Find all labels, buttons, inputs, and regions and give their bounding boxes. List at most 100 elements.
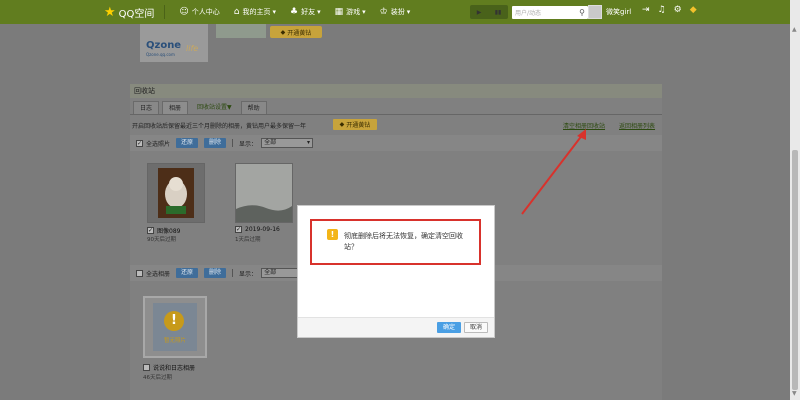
user-icon: ☺ xyxy=(179,7,189,17)
desc-vip-label: 开通黄钻 xyxy=(346,122,371,129)
chevron-down-icon: ▾ xyxy=(272,8,277,16)
show-filter-value: 全部 xyxy=(264,139,277,146)
confirm-button[interactable]: 确定 xyxy=(437,322,461,333)
chevron-down-icon: ▾ xyxy=(307,139,311,146)
chevron-down-icon: ▾ xyxy=(406,8,411,16)
gear-icon[interactable]: ⚙ xyxy=(674,5,682,15)
highlight-box: ! 彻底删除后将无法恢复，确定清空回收站？ xyxy=(310,219,481,265)
diamond-icon: ◆ xyxy=(339,121,345,128)
qzone-logo-sub: Qzone.qq.com xyxy=(146,52,175,57)
nav-item-label: 游戏 xyxy=(346,8,361,16)
bell-icon[interactable]: ♫ xyxy=(658,5,666,15)
select-all-albums-checkbox[interactable] xyxy=(136,269,143,277)
brand-label: QQ空间 xyxy=(118,8,155,20)
qq-space-brand[interactable]: ★ QQ空间 xyxy=(104,5,154,20)
top-icons: ⇥ ♫ ⚙ ◆ xyxy=(642,5,697,15)
confirm-dialog: ! 彻底删除后将无法恢复，确定清空回收站？ 确定 取消 xyxy=(297,205,495,338)
warning-icon: ! xyxy=(164,311,184,331)
album-checkbox[interactable] xyxy=(143,364,150,371)
scrollbar-thumb[interactable] xyxy=(792,150,798,390)
nav-item-decorate[interactable]: ♔ 装扮 ▾ xyxy=(380,7,411,17)
photo-name: ✓ 2019-09-16 xyxy=(235,226,280,233)
delete-button[interactable]: 删除 xyxy=(204,268,227,278)
photo-thumb-puppy[interactable] xyxy=(147,163,205,223)
select-all-photos-checkbox[interactable]: ✓ xyxy=(136,139,143,147)
play-icon[interactable]: ▶ xyxy=(477,9,482,16)
landscape-photo xyxy=(236,164,292,222)
photo-expire: 1天后过期 xyxy=(235,237,261,243)
nav-item-label: 装扮 xyxy=(390,8,405,16)
recycle-title: 回收站 xyxy=(130,84,662,98)
album-name-label: 说说和日志相册 xyxy=(153,365,196,372)
album-expire: 46天后过期 xyxy=(143,375,172,381)
qzone-logo: Qzone xyxy=(146,40,182,51)
toolbar-divider xyxy=(232,139,234,147)
search-input[interactable]: 用户/动态 ⚲ xyxy=(512,5,588,19)
user-area[interactable]: 微笑girl xyxy=(588,5,631,19)
restore-button[interactable]: 还原 xyxy=(176,138,199,148)
delete-button[interactable]: 删除 xyxy=(204,138,227,148)
photo-name-label: 2019-09-16 xyxy=(245,226,280,233)
tab-album[interactable]: 相册 xyxy=(162,101,189,114)
open-vip-label: 开通黄钻 xyxy=(287,29,312,37)
photo-name-label: 图像089 xyxy=(157,228,181,235)
back-to-albums-link[interactable]: 返回相册列表 xyxy=(619,121,655,130)
nav-item-my-home[interactable]: ⌂ 我的主页 ▾ xyxy=(234,7,276,17)
username[interactable]: 微笑girl xyxy=(606,7,631,17)
qzone-logo-script: life xyxy=(186,44,199,53)
music-player[interactable]: ▶ ▮▮ xyxy=(470,5,508,19)
cancel-button[interactable]: 取消 xyxy=(464,322,488,333)
scrollbar[interactable]: ▲ ▼ xyxy=(790,0,800,400)
dialog-footer: 确定 取消 xyxy=(298,317,494,337)
nav-item-label: 个人中心 xyxy=(191,8,220,16)
chevron-down-icon: ▾ xyxy=(362,8,366,16)
album-cover[interactable]: ! 暂无照片 xyxy=(143,296,207,358)
nav-item-games[interactable]: ▦ 游戏 ▾ xyxy=(335,7,366,17)
tab-help[interactable]: 帮助 xyxy=(240,101,267,114)
search-placeholder: 用户/动态 xyxy=(515,9,542,17)
scroll-up-icon[interactable]: ▲ xyxy=(792,26,797,33)
clear-recycle-link[interactable]: 清空相册回收站 xyxy=(563,121,605,130)
playlist-icon[interactable]: ▮▮ xyxy=(495,9,502,16)
friends-icon: ♣ xyxy=(290,7,299,17)
select-all-label: 全选照片 xyxy=(146,140,171,148)
shirt-icon: ♔ xyxy=(379,7,388,17)
diamond-icon: ◆ xyxy=(280,28,286,36)
blurred-username xyxy=(216,24,266,38)
scroll-down-icon[interactable]: ▼ xyxy=(792,390,797,397)
show-filter-select[interactable]: 全部 ▾ xyxy=(261,138,314,148)
photo-checkbox[interactable]: ✓ xyxy=(235,226,242,233)
home-icon: ⌂ xyxy=(233,7,240,17)
confirm-message: 彻底删除后将无法恢复，确定清空回收站？ xyxy=(344,232,463,251)
warning-icon: ! xyxy=(327,229,338,240)
nav-tools: ▶ ▮▮ 用户/动态 ⚲ xyxy=(470,5,588,19)
nav-item-label: 我的主页 xyxy=(242,8,271,16)
tab-blog[interactable]: 日志 xyxy=(133,101,160,114)
restore-button[interactable]: 还原 xyxy=(176,268,199,278)
nav-item-friends[interactable]: ♣ 好友 ▾ xyxy=(290,7,321,17)
photo-thumb-landscape[interactable] xyxy=(235,163,293,223)
avatar[interactable] xyxy=(588,5,602,19)
photo-checkbox[interactable]: ✓ xyxy=(147,227,154,234)
star-icon: ★ xyxy=(104,4,116,20)
album-name: 说说和日志相册 xyxy=(143,363,195,372)
recycle-tabs: 日志 相册 回收站设置▼ 帮助 xyxy=(130,100,662,115)
desc-vip-button[interactable]: ◆ 开通黄钻 xyxy=(333,119,377,130)
photo-expire: 90天后过期 xyxy=(147,237,176,243)
chevron-down-icon: ▾ xyxy=(317,8,321,16)
nav-item-personal-center[interactable]: ☺ 个人中心 xyxy=(179,7,219,17)
game-icon: ▦ xyxy=(334,7,344,17)
search-icon[interactable]: ⚲ xyxy=(579,8,585,17)
select-all-label: 全选相册 xyxy=(146,270,171,278)
show-label: 显示： xyxy=(239,270,258,278)
puppy-photo xyxy=(158,168,194,218)
photo-name: ✓ 图像089 xyxy=(147,226,180,235)
tab-recycle-settings[interactable]: 回收站设置▼ xyxy=(191,101,238,114)
diamond-icon[interactable]: ◆ xyxy=(690,5,697,15)
toolbar-divider xyxy=(232,269,234,277)
logout-icon[interactable]: ⇥ xyxy=(642,5,650,15)
photo-toolbar: ✓ 全选照片 还原 删除 显示： 全部 ▾ xyxy=(130,135,662,151)
open-vip-button[interactable]: ◆ 开通黄钻 xyxy=(270,26,322,38)
show-filter-value: 全部 xyxy=(264,269,277,276)
show-label: 显示： xyxy=(239,140,258,148)
